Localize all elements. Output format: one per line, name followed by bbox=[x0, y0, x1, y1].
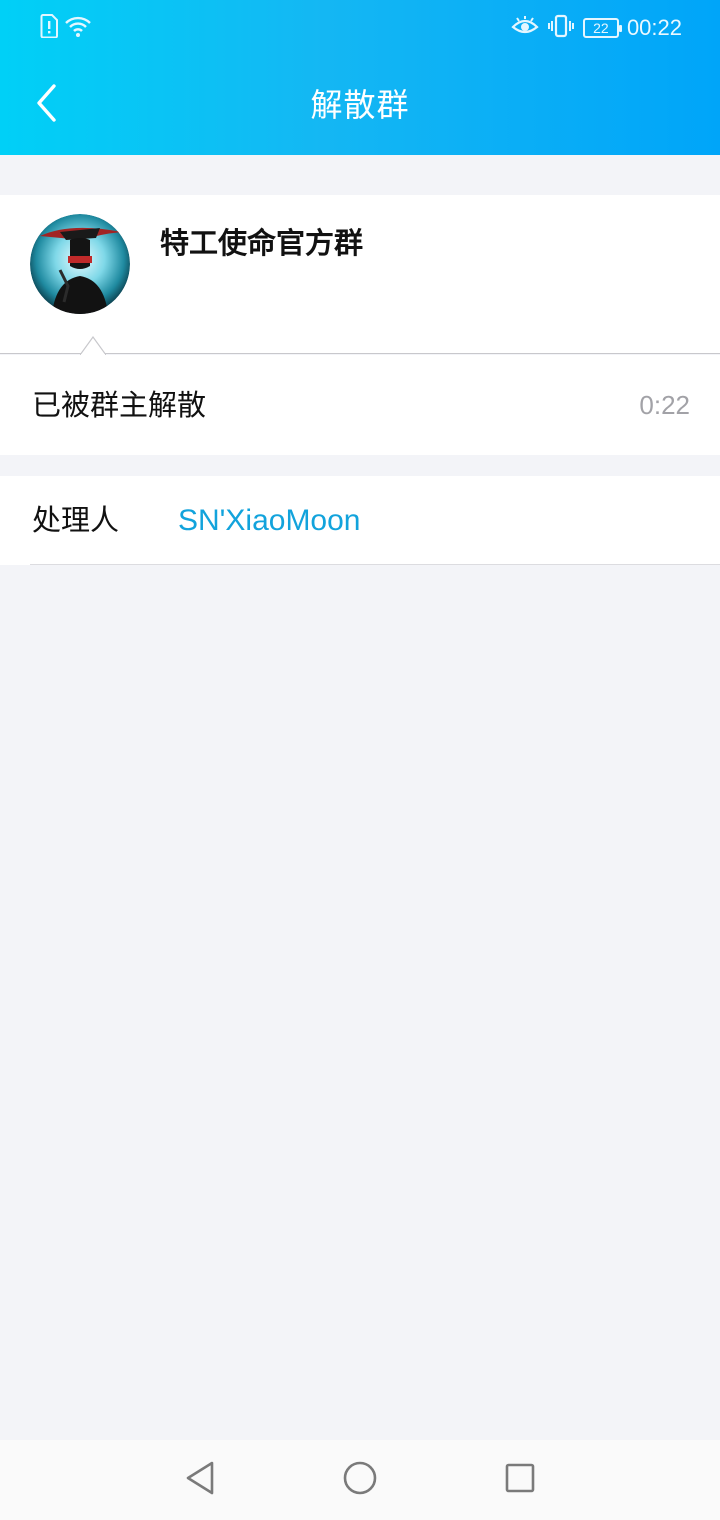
divider bbox=[30, 564, 720, 565]
home-circle-icon bbox=[342, 1460, 378, 1500]
callout-pointer bbox=[80, 336, 106, 355]
group-name: 特工使命官方群 bbox=[160, 226, 364, 260]
vibrate-icon bbox=[547, 14, 575, 42]
sim-alert-icon bbox=[40, 14, 58, 42]
nav-recents-button[interactable] bbox=[500, 1460, 540, 1500]
dissolve-notice: 已被群主解散 0:22 bbox=[0, 355, 720, 455]
status-time: 00:22 bbox=[626, 15, 682, 40]
wifi-icon bbox=[64, 14, 92, 42]
nav-back-button[interactable] bbox=[180, 1460, 220, 1500]
page-title: 解散群 bbox=[310, 86, 410, 124]
battery-level: 22 bbox=[593, 20, 609, 36]
system-nav-bar bbox=[0, 1440, 720, 1520]
app-header: 22 00:22 解散群 bbox=[0, 0, 720, 155]
notice-time: 0:22 bbox=[639, 390, 690, 420]
notice-text: 已被群主解散 bbox=[32, 388, 207, 422]
back-triangle-icon bbox=[184, 1460, 216, 1500]
recents-square-icon bbox=[504, 1462, 536, 1498]
handler-name-link[interactable]: SN'XiaoMoon bbox=[178, 501, 361, 541]
group-avatar[interactable] bbox=[30, 214, 130, 314]
eye-icon bbox=[511, 15, 539, 41]
group-card[interactable]: 特工使命官方群 bbox=[0, 195, 720, 354]
handler-row: 处理人 SN'XiaoMoon bbox=[0, 476, 720, 565]
nav-home-button[interactable] bbox=[340, 1460, 380, 1500]
handler-label: 处理人 bbox=[32, 503, 120, 537]
status-bar: 22 00:22 bbox=[0, 0, 720, 56]
battery-icon: 22 bbox=[582, 18, 622, 38]
